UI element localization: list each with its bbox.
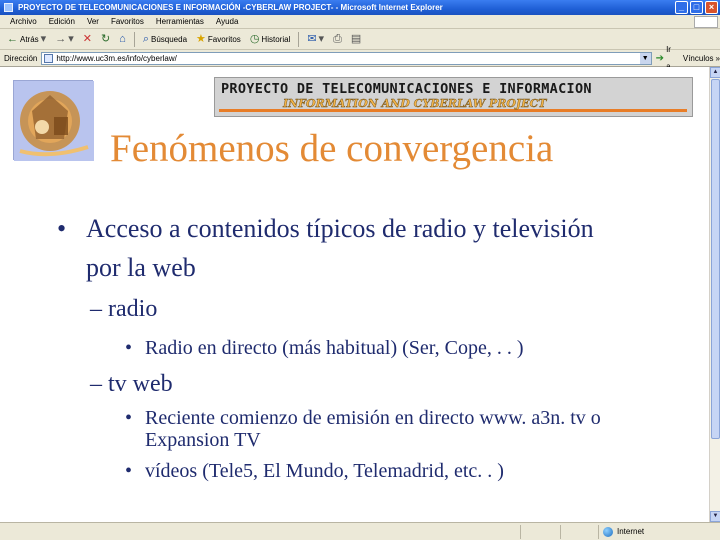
bullet-marker: • [125, 337, 133, 359]
toolbar-divider [133, 31, 135, 47]
menu-favoritos[interactable]: Favoritos [105, 15, 150, 28]
back-label: Atrás [20, 34, 39, 44]
sub-heading-radio: – radio [90, 296, 158, 322]
edit-icon: ▤ [350, 32, 362, 45]
scroll-up-icon[interactable]: ▲ [710, 67, 720, 78]
home-icon: ⌂ [119, 32, 126, 45]
minimize-button[interactable]: _ [675, 1, 688, 14]
mail-button[interactable]: ✉ ▾ [304, 31, 327, 48]
security-zone: Internet [603, 525, 644, 539]
bullet-text: Acceso a contenidos típicos de radio y t… [86, 214, 594, 243]
zone-label: Internet [617, 527, 645, 536]
mail-icon: ✉ [307, 32, 317, 45]
bullet-text: Reciente comienzo de emisión en directo … [145, 407, 601, 429]
bullet-text: vídeos (Tele5, El Mundo, Telemadrid, etc… [145, 460, 504, 482]
search-label: Búsqueda [151, 34, 188, 44]
back-arrow-icon: ← [7, 32, 18, 45]
refresh-button[interactable]: ↻ [98, 31, 113, 48]
bullet-marker: • [57, 214, 67, 243]
links-label[interactable]: Vínculos [683, 50, 714, 67]
sub-heading-tv: – tv web [90, 371, 173, 397]
banner-title: PROYECTO DE TELECOMUNICACIONES E INFORMA… [221, 81, 592, 97]
close-button[interactable]: × [705, 1, 718, 14]
back-button[interactable]: ← Atrás ▾ [4, 31, 49, 48]
page-icon [44, 53, 54, 63]
refresh-icon: ↻ [100, 32, 111, 45]
page-title: Fenómenos de convergencia [110, 127, 554, 170]
edit-button[interactable]: ▤ [348, 31, 364, 48]
home-button[interactable]: ⌂ [116, 31, 129, 48]
toolbar-divider [298, 31, 300, 47]
scroll-down-icon[interactable]: ▼ [710, 511, 720, 522]
address-label: Dirección [4, 53, 38, 63]
menu-ver[interactable]: Ver [81, 15, 105, 28]
chevron-down-icon: ▾ [68, 32, 74, 45]
window-titlebar: PROYECTO DE TELECOMUNICACIONES E INFORMA… [0, 0, 720, 15]
stop-icon: ✕ [82, 32, 92, 45]
status-divider [598, 525, 599, 539]
favorites-button[interactable]: ★ Favoritos [193, 31, 244, 48]
address-input[interactable]: http://www.uc3m.es/info/cyberlaw/ ▼ [41, 51, 652, 65]
chevron-down-icon: ▾ [40, 32, 47, 45]
history-icon: ◷ [249, 32, 260, 45]
bullet-marker: • [125, 460, 133, 482]
status-divider [560, 525, 561, 539]
print-icon: ⎙ [333, 32, 342, 45]
bullet-text-continued: Expansion TV [145, 429, 261, 451]
stop-button[interactable]: ✕ [80, 31, 95, 48]
menu-ayuda[interactable]: Ayuda [210, 15, 245, 28]
search-icon: ⌕ [142, 32, 149, 45]
chevron-down-icon[interactable]: ▼ [639, 52, 651, 64]
chevron-down-icon: ▾ [318, 32, 325, 45]
standard-toolbar: ← Atrás ▾ → ▾ ✕ ↻ ⌂ ⌕ Búsqueda ★ Favorit… [0, 29, 720, 50]
favorites-label: Favoritos [207, 34, 241, 44]
forward-button[interactable]: → ▾ [52, 31, 77, 48]
ie-icon [4, 3, 13, 12]
menu-bar: Archivo Edición Ver Favoritos Herramient… [0, 15, 720, 29]
status-divider [520, 525, 521, 539]
history-button[interactable]: ◷ Historial [247, 31, 294, 48]
university-emblem-image [13, 80, 94, 161]
menu-herramientas[interactable]: Herramientas [150, 15, 210, 28]
menu-edicion[interactable]: Edición [43, 15, 81, 28]
bullet-text-continued: por la web [86, 253, 196, 282]
project-banner: PROYECTO DE TELECOMUNICACIONES E INFORMA… [214, 77, 693, 117]
go-arrow-icon: ➔ [655, 52, 665, 64]
banner-subtitle: INFORMATION AND CYBERLAW PROJECT [283, 97, 547, 110]
window-title: PROYECTO DE TELECOMUNICACIONES E INFORMA… [18, 3, 443, 12]
status-bar: Internet [0, 522, 720, 540]
bullet-marker: • [125, 407, 133, 429]
double-chevron-icon[interactable]: » [716, 50, 720, 67]
bullet-text: Radio en directo (más habitual) (Ser, Co… [145, 337, 524, 359]
forward-arrow-icon: → [55, 32, 67, 45]
address-url: http://www.uc3m.es/info/cyberlaw/ [56, 53, 177, 63]
vertical-scrollbar[interactable]: ▲ ▼ [709, 67, 720, 522]
scroll-thumb[interactable] [711, 79, 720, 439]
globe-icon [603, 527, 613, 537]
window-controls: _ □ × [675, 1, 718, 14]
history-label: Historial [261, 34, 291, 44]
print-button[interactable]: ⎙ [330, 31, 345, 48]
search-button[interactable]: ⌕ Búsqueda [140, 31, 190, 48]
star-icon: ★ [196, 32, 206, 45]
windows-flag-icon [694, 16, 718, 28]
menu-archivo[interactable]: Archivo [4, 15, 43, 28]
address-bar: Dirección http://www.uc3m.es/info/cyberl… [0, 45, 720, 71]
maximize-button[interactable]: □ [690, 1, 703, 14]
